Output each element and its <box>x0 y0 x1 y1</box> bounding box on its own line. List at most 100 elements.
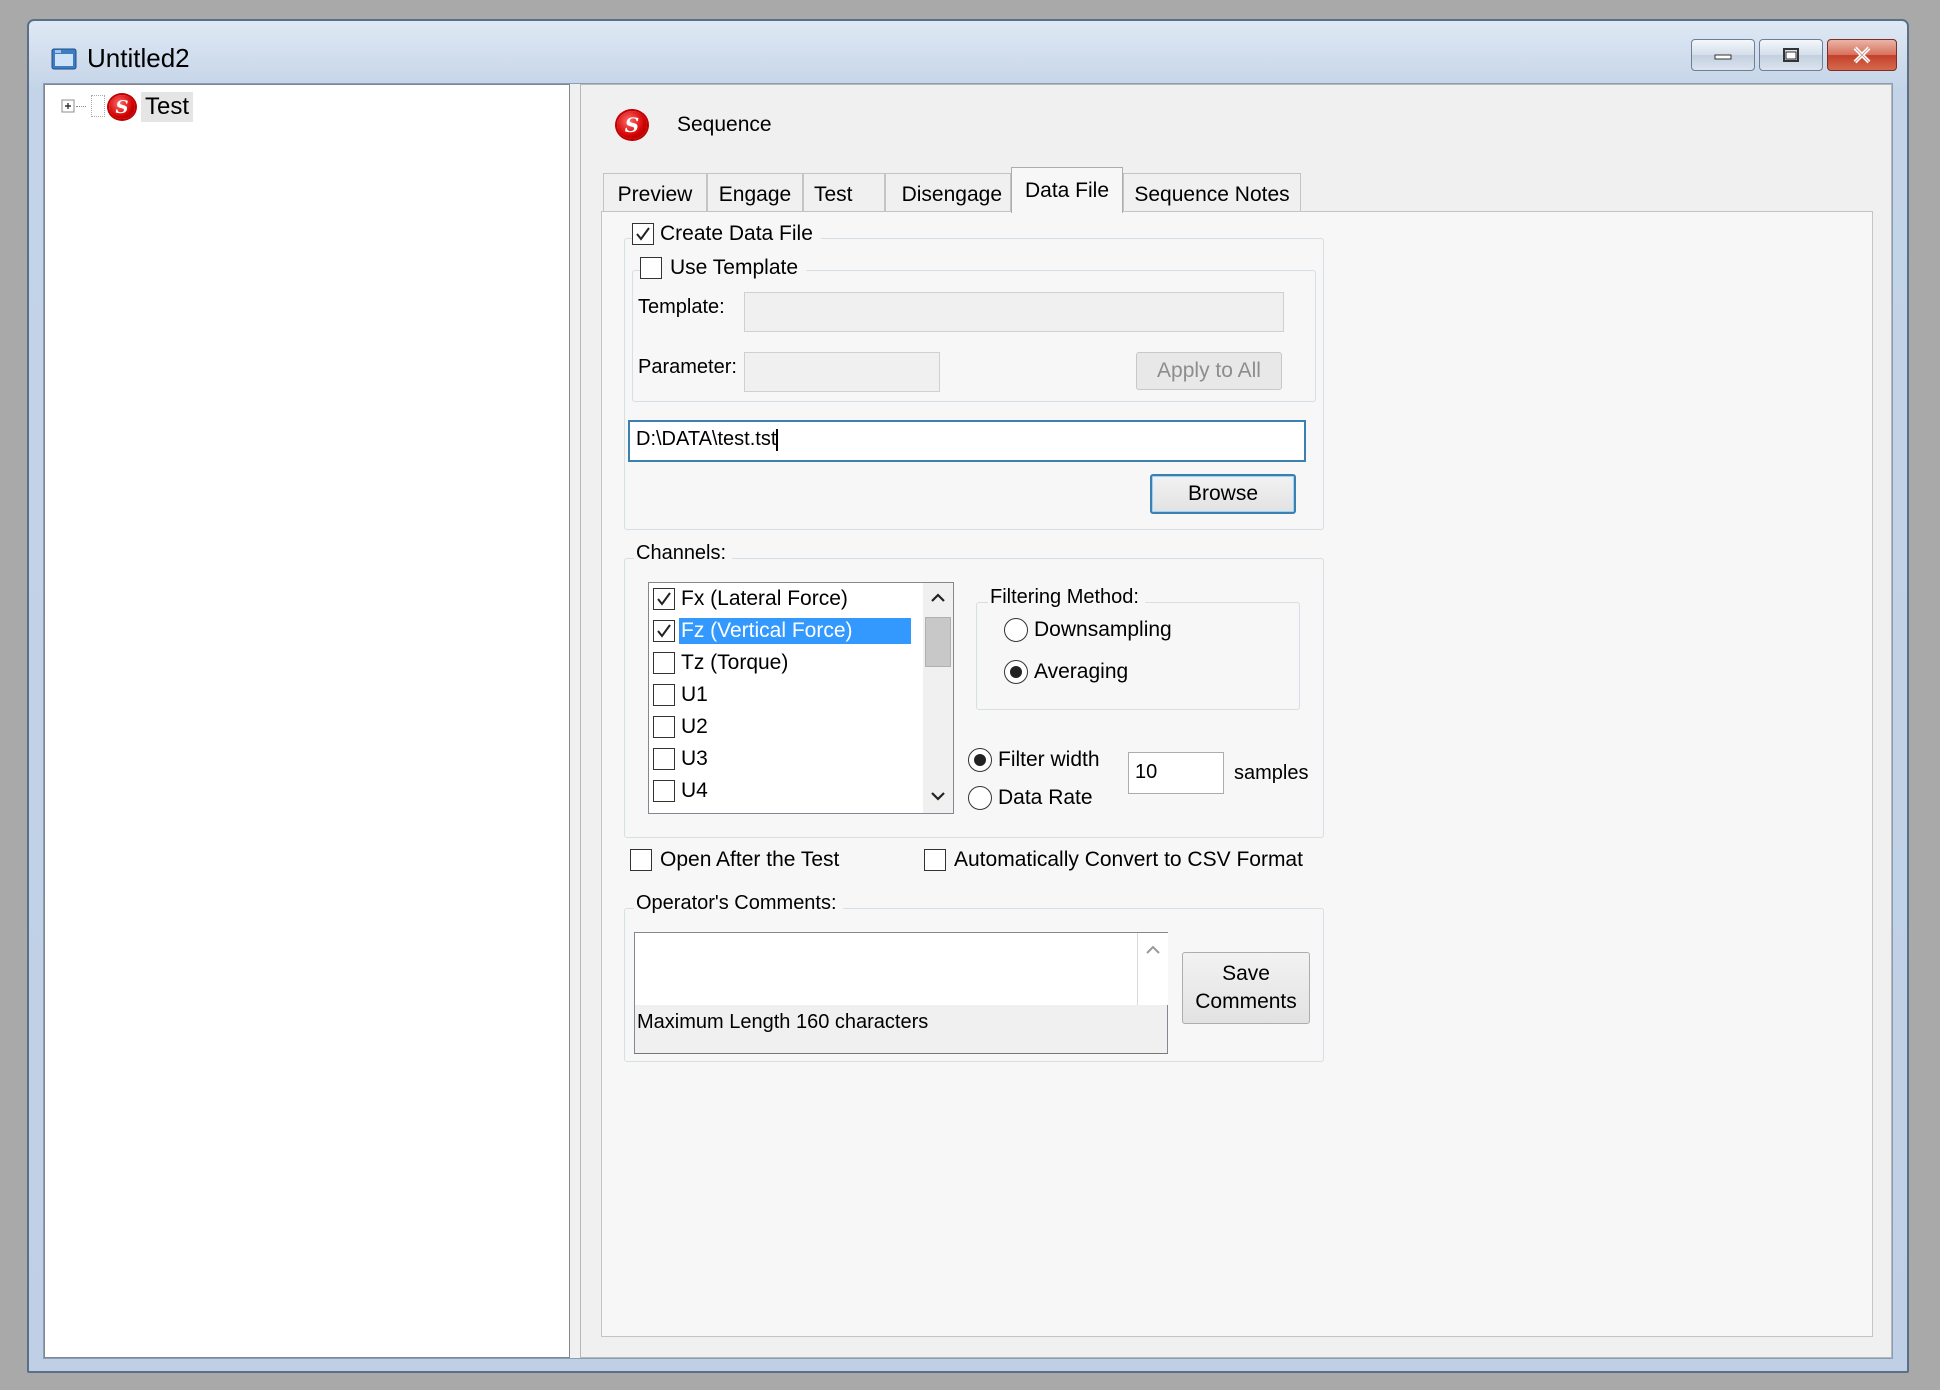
downsampling-radio[interactable] <box>1004 618 1028 642</box>
channel-row-fx[interactable]: Fx (Lateral Force) <box>653 583 923 615</box>
save-comments-line1: Save <box>1222 962 1270 985</box>
filtering-method-label: Filtering Method: <box>988 586 1145 609</box>
browse-button[interactable]: Browse <box>1150 474 1296 514</box>
channel-checkbox-tz[interactable] <box>653 652 675 674</box>
channel-row-tz[interactable]: Tz (Torque) <box>653 647 923 679</box>
template-input[interactable] <box>744 292 1284 332</box>
channel-label-tz: Tz (Torque) <box>681 651 789 674</box>
close-icon <box>1853 46 1871 64</box>
filter-width-label: Filter width <box>998 748 1100 771</box>
tab-data-file[interactable]: Data File <box>1011 167 1123 213</box>
data-rate-option[interactable]: Data Rate <box>968 786 1093 810</box>
tab-test[interactable]: Test <box>803 173 885 211</box>
channel-checkbox-u4[interactable] <box>653 780 675 802</box>
data-file-tab-page: Create Data File Use Template Template: … <box>601 211 1873 1337</box>
save-comments-button[interactable]: Save Comments <box>1182 952 1310 1024</box>
tab-sequence-notes[interactable]: Sequence Notes <box>1123 173 1301 211</box>
use-template-label: Use Template <box>670 256 799 279</box>
close-button[interactable] <box>1827 39 1897 71</box>
checkmark-icon <box>657 624 671 638</box>
channel-row-fz[interactable]: Fz (Vertical Force) <box>653 615 923 647</box>
scroll-thumb[interactable] <box>925 617 951 667</box>
channels-label: Channels: <box>634 542 733 565</box>
template-label: Template: <box>638 296 725 318</box>
comments-scrollbar[interactable] <box>1137 933 1168 1005</box>
filter-width-option[interactable]: Filter width <box>968 748 1100 772</box>
parameter-label: Parameter: <box>638 356 737 378</box>
main-window: Untitled2 S Test S Sequence Preview Enga… <box>27 19 1909 1373</box>
apply-to-all-button[interactable]: Apply to All <box>1136 352 1282 390</box>
comments-scroll-up-icon[interactable] <box>1144 941 1162 964</box>
comments-label: Operator's Comments: <box>634 892 843 915</box>
minimize-button[interactable] <box>1691 39 1755 71</box>
downsampling-label: Downsampling <box>1034 618 1172 641</box>
use-template-header: Use Template <box>640 256 807 280</box>
open-after-test-label: Open After the Test <box>660 848 840 871</box>
comments-hint-text: Maximum Length 160 characters <box>637 1011 929 1033</box>
channel-label-fx: Fx (Lateral Force) <box>681 587 848 610</box>
samples-input[interactable]: 10 <box>1128 752 1224 794</box>
convert-csv-option[interactable]: Automatically Convert to CSV Format <box>924 848 1303 872</box>
open-after-test-option[interactable]: Open After the Test <box>630 848 839 872</box>
create-data-file-label: Create Data File <box>660 222 813 245</box>
scroll-up-icon[interactable] <box>929 589 947 607</box>
channel-checkbox-u2[interactable] <box>653 716 675 738</box>
parameter-input[interactable] <box>744 352 940 392</box>
channel-label-u1: U1 <box>681 683 708 706</box>
create-data-file-checkbox[interactable] <box>632 223 654 245</box>
channel-row-u3[interactable]: U3 <box>653 743 923 775</box>
filter-width-radio[interactable] <box>968 748 992 772</box>
sequence-s-logo-icon: S <box>617 111 647 139</box>
downsampling-option[interactable]: Downsampling <box>1004 618 1172 642</box>
tab-engage[interactable]: Engage <box>707 173 803 211</box>
channels-scrollbar[interactable] <box>923 583 953 813</box>
data-rate-label: Data Rate <box>998 786 1093 809</box>
channel-label-u4: U4 <box>681 779 708 802</box>
open-after-test-checkbox[interactable] <box>630 849 652 871</box>
convert-csv-label: Automatically Convert to CSV Format <box>954 848 1303 871</box>
channels-rows: Fx (Lateral Force) Fz (Vertical Force) T… <box>653 583 923 807</box>
pane-splitter[interactable] <box>572 84 578 1358</box>
channel-row-u4[interactable]: U4 <box>653 775 923 807</box>
text-cursor <box>776 428 779 451</box>
create-data-file-header: Create Data File <box>632 222 821 246</box>
averaging-option[interactable]: Averaging <box>1004 660 1128 684</box>
save-comments-line2: Comments <box>1195 990 1297 1013</box>
tree-connector <box>76 106 86 107</box>
file-path-text: D:\DATA\test.tst <box>636 428 777 450</box>
use-template-checkbox[interactable] <box>640 257 662 279</box>
channel-checkbox-fz[interactable] <box>653 620 675 642</box>
app-icon <box>51 47 77 71</box>
channel-checkbox-u3[interactable] <box>653 748 675 770</box>
comments-textarea[interactable]: Maximum Length 160 characters <box>634 932 1168 1054</box>
client-area: S Test S Sequence Preview Engage Test Di… <box>43 83 1893 1359</box>
channel-checkbox-fx[interactable] <box>653 588 675 610</box>
s-logo-icon: S <box>109 95 135 119</box>
convert-csv-checkbox[interactable] <box>924 849 946 871</box>
channel-label-u2: U2 <box>681 715 708 738</box>
tree-expand-icon[interactable] <box>61 99 77 115</box>
averaging-radio[interactable] <box>1004 660 1028 684</box>
averaging-label: Averaging <box>1034 660 1129 683</box>
samples-label: samples <box>1234 762 1309 784</box>
tree-pane: S Test <box>44 84 570 1358</box>
sequence-pane: S Sequence Preview Engage Test Disengage… <box>580 84 1892 1358</box>
channel-checkbox-u1[interactable] <box>653 684 675 706</box>
channels-list[interactable]: Fx (Lateral Force) Fz (Vertical Force) T… <box>648 582 954 814</box>
maximize-button[interactable] <box>1759 39 1823 71</box>
tab-disengage[interactable]: Disengage <box>885 173 1011 211</box>
restore-icon <box>1783 48 1799 62</box>
channel-row-u1[interactable]: U1 <box>653 679 923 711</box>
data-rate-radio[interactable] <box>968 786 992 810</box>
checkmark-icon <box>636 227 650 241</box>
file-path-input[interactable]: D:\DATA\test.tst <box>628 420 1306 462</box>
channel-row-u2[interactable]: U2 <box>653 711 923 743</box>
channel-label-u3: U3 <box>681 747 708 770</box>
channel-label-fz: Fz (Vertical Force) <box>679 618 911 644</box>
scroll-down-icon[interactable] <box>929 787 947 805</box>
minimize-icon <box>1714 54 1732 60</box>
tree-item-test[interactable]: Test <box>141 92 194 122</box>
tab-preview[interactable]: Preview <box>603 173 707 211</box>
checkmark-icon <box>657 592 671 606</box>
tree-item-checkbox[interactable] <box>91 95 105 117</box>
